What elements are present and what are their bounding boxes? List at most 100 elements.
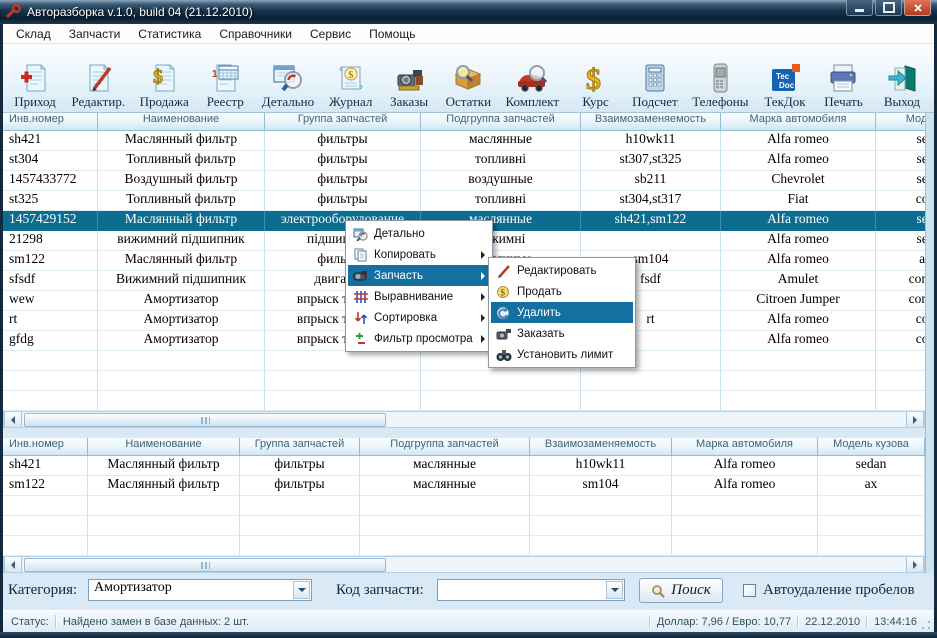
menu-item-order[interactable]: Заказать bbox=[491, 323, 633, 344]
phone-icon bbox=[704, 57, 736, 93]
toolbar-button-currency[interactable]: $ Курс bbox=[572, 56, 620, 111]
category-combobox[interactable]: Амортизатор bbox=[88, 579, 312, 601]
autodelete-checkbox[interactable] bbox=[743, 584, 756, 597]
main-table-h-scrollbar[interactable] bbox=[3, 411, 925, 428]
detail-view-icon bbox=[272, 57, 304, 93]
table-cell: вижимний підшипник bbox=[98, 231, 265, 251]
toolbar-button-exit-door[interactable]: Выход bbox=[878, 56, 926, 111]
category-dropdown-button[interactable] bbox=[293, 581, 310, 599]
replacements-table-h-scrollbar[interactable] bbox=[3, 556, 925, 573]
scroll-thumb[interactable] bbox=[24, 413, 386, 427]
scroll-track[interactable] bbox=[22, 557, 906, 572]
table-row[interactable]: st304 Топливный фильтр фильтры топливні st30… bbox=[3, 151, 925, 171]
column-header[interactable]: Инв.номер bbox=[3, 113, 98, 131]
menu-pomosch[interactable]: Помощь bbox=[360, 25, 424, 43]
sell-coin-icon: $ bbox=[494, 284, 513, 300]
column-header[interactable]: Модель bbox=[876, 113, 925, 131]
menu-item-label: Запчасть bbox=[374, 269, 423, 282]
scroll-right-button[interactable] bbox=[906, 557, 924, 572]
column-header[interactable]: Подгруппа запчастей bbox=[360, 438, 530, 456]
scroll-left-button[interactable] bbox=[4, 557, 22, 572]
toolbar-button-kit-car[interactable]: Комплект bbox=[504, 56, 562, 111]
align-icon bbox=[351, 289, 370, 305]
menu-item-detail-magnifier[interactable]: Детально bbox=[348, 223, 490, 244]
scroll-left-button[interactable] bbox=[4, 412, 22, 427]
kit-car-icon bbox=[516, 57, 548, 93]
menu-item-copy[interactable]: Копировать bbox=[348, 244, 490, 265]
table-row[interactable]: sh421 Маслянный фильтр фильтры маслянные h10… bbox=[3, 456, 925, 476]
part-code-dropdown-button[interactable] bbox=[606, 581, 623, 599]
menu-item-part[interactable]: Запчасть bbox=[348, 265, 490, 286]
column-header[interactable]: Модель кузова bbox=[818, 438, 925, 456]
toolbar-button-registry-doc[interactable]: 1 Реестр bbox=[201, 56, 249, 111]
table-cell: Amulet bbox=[721, 271, 876, 291]
column-header[interactable]: Наименование bbox=[88, 438, 240, 456]
menu-zapchasti[interactable]: Запчасти bbox=[60, 25, 130, 43]
toolbar-button-printer[interactable]: Печать bbox=[819, 56, 867, 111]
toolbar-button-edit-doc[interactable]: Редактир. bbox=[70, 56, 128, 111]
toolbar-button-sale-doc[interactable]: $ Продажа bbox=[138, 56, 191, 111]
menu-spravochniki[interactable]: Справочники bbox=[210, 25, 301, 43]
column-header[interactable]: Взаимозаменяемость bbox=[530, 438, 672, 456]
table-row[interactable]: sm122Маслянный фильтрфильтрымаслянныеsm1… bbox=[3, 476, 925, 496]
column-header[interactable]: Взаимозаменяемость bbox=[581, 113, 721, 131]
scroll-right-button[interactable] bbox=[906, 412, 924, 427]
table-cell: Chevrolet bbox=[721, 171, 876, 191]
menu-item-delete[interactable]: Удалить bbox=[491, 302, 633, 323]
minimize-icon bbox=[855, 9, 864, 12]
edit-pencil-icon bbox=[494, 263, 513, 279]
table-cell: маслянные bbox=[360, 456, 530, 476]
table-empty-row bbox=[3, 371, 925, 391]
search-button[interactable]: Поиск bbox=[639, 578, 723, 603]
toolbar-button-calculator[interactable]: Подсчет bbox=[630, 56, 680, 111]
table-row[interactable]: 1457433772 Воздушный фильтр фильтры воздушн… bbox=[3, 171, 925, 191]
table-cell: воздушные bbox=[421, 171, 581, 191]
minimize-button[interactable] bbox=[846, 0, 873, 16]
close-button[interactable] bbox=[904, 0, 931, 16]
toolbar-button-label: Заказы bbox=[390, 94, 429, 109]
scroll-thumb[interactable] bbox=[24, 558, 386, 572]
toolbar-button-detail-view[interactable]: Детально bbox=[260, 56, 316, 111]
maximize-button[interactable] bbox=[875, 0, 902, 16]
toolbar-button-phone[interactable]: Телефоны bbox=[690, 56, 750, 111]
table-cell bbox=[88, 496, 240, 516]
column-header[interactable]: Подгруппа запчастей bbox=[421, 113, 581, 131]
column-header[interactable]: Наименование bbox=[98, 113, 265, 131]
table-cell: sedan bbox=[818, 456, 925, 476]
toolbar-button-income-doc[interactable]: Приход bbox=[11, 56, 59, 111]
column-header[interactable]: Марка автомобиля bbox=[672, 438, 818, 456]
column-header[interactable]: Инв.номер bbox=[3, 438, 88, 456]
menu-item-edit-pencil[interactable]: Редактировать bbox=[491, 260, 633, 281]
menu-item-sort[interactable]: Сортировка bbox=[348, 307, 490, 328]
menu-item-filter[interactable]: Фильтр просмотра bbox=[348, 328, 490, 349]
table-row[interactable]: st325 Топливный фильтр фильтры топливні st30… bbox=[3, 191, 925, 211]
scroll-left-icon bbox=[11, 560, 15, 569]
toolbar-button-journal[interactable]: $ Журнал bbox=[327, 56, 375, 111]
toolbar-button-stock-box[interactable]: Остатки bbox=[444, 56, 493, 111]
status-divider bbox=[866, 615, 869, 628]
menu-statistika[interactable]: Статистика bbox=[129, 25, 210, 43]
column-header[interactable]: Группа запчастей bbox=[265, 113, 421, 131]
menu-sklad[interactable]: Склад bbox=[7, 25, 60, 43]
menu-item-limit-binoculars[interactable]: Установить лимит bbox=[491, 344, 633, 365]
table-cell bbox=[3, 391, 98, 411]
tecdoc-icon: Tec Doc bbox=[769, 57, 801, 93]
toolbar-button-orders[interactable]: Заказы bbox=[385, 56, 433, 111]
title-bar[interactable]: Авторазборка v.1.0, build 04 (21.12.2010… bbox=[0, 0, 937, 24]
svg-text:Tec: Tec bbox=[776, 72, 790, 81]
column-header[interactable]: Марка автомобиля bbox=[721, 113, 876, 131]
resize-grip-icon[interactable] bbox=[921, 619, 931, 630]
table-cell bbox=[88, 516, 240, 536]
scroll-track[interactable] bbox=[22, 412, 906, 427]
table-cell: 21298 bbox=[3, 231, 98, 251]
table-cell: фильтры bbox=[265, 151, 421, 171]
table-row[interactable]: sh421 Маслянный фильтр фильтры маслянные h10… bbox=[3, 131, 925, 151]
toolbar-button-tecdoc[interactable]: Tec Doc ТекДок bbox=[761, 56, 809, 111]
menu-servis[interactable]: Сервис bbox=[301, 25, 360, 43]
toolbar-button-label: Выход bbox=[883, 94, 921, 109]
menu-item-align[interactable]: Выравнивание bbox=[348, 286, 490, 307]
table-cell bbox=[672, 516, 818, 536]
column-header[interactable]: Группа запчастей bbox=[240, 438, 360, 456]
part-code-combobox[interactable] bbox=[437, 579, 625, 601]
menu-item-sell-coin[interactable]: $ Продать bbox=[491, 281, 633, 302]
